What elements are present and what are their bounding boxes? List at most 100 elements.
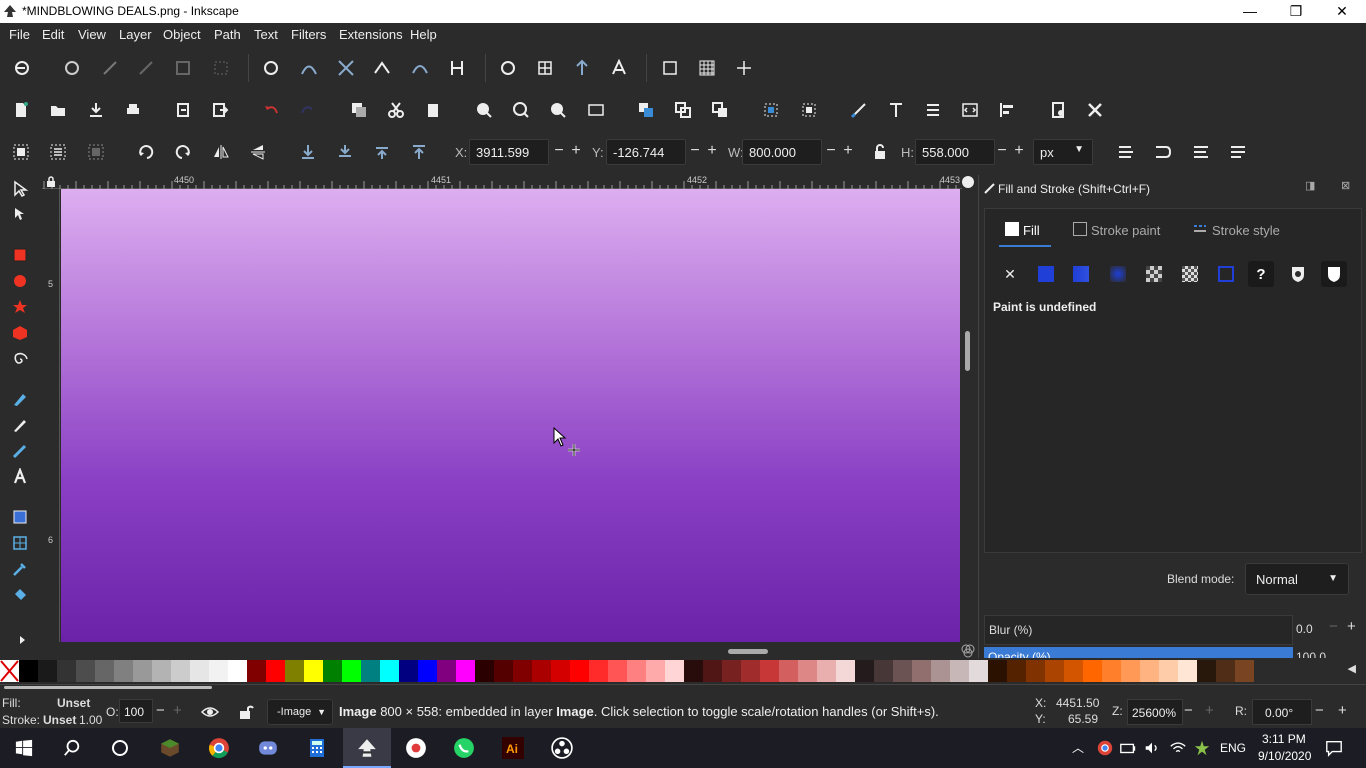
stroke-indicator-value[interactable]: Unset	[43, 713, 76, 727]
text-tool-icon[interactable]	[10, 467, 30, 487]
linear-gradient-button[interactable]	[1068, 261, 1094, 287]
maximize-button[interactable]: ❐	[1273, 0, 1319, 23]
align-distribute-icon[interactable]	[997, 100, 1017, 120]
document-properties-icon[interactable]	[1048, 100, 1068, 120]
current-layer-select[interactable]: -Image ▼	[267, 699, 333, 725]
unit-select[interactable]: px ▼	[1033, 139, 1093, 165]
spiral-tool-icon[interactable]	[10, 349, 30, 369]
snap-centers-icon[interactable]	[211, 58, 231, 78]
fill-indicator-value[interactable]: Unset	[57, 696, 90, 710]
w-increment-button[interactable]: +	[841, 142, 855, 160]
save-icon[interactable]	[86, 100, 106, 120]
snap-rotation-center-icon[interactable]	[572, 58, 592, 78]
import-icon[interactable]	[173, 100, 193, 120]
palette-swatch[interactable]	[1064, 660, 1083, 682]
palette-swatch[interactable]	[19, 660, 38, 682]
fill-rule-evenodd-button[interactable]	[1285, 261, 1311, 287]
layer-lock-icon[interactable]	[236, 702, 256, 722]
copy-icon[interactable]	[349, 100, 369, 120]
dock-collapse-icon[interactable]: ◨	[1305, 179, 1315, 192]
zoom-drawing-icon[interactable]	[511, 100, 531, 120]
minimize-button[interactable]: —	[1227, 0, 1273, 23]
palette-menu-icon[interactable]: ◀	[1348, 662, 1356, 675]
3d-box-tool-icon[interactable]	[10, 323, 30, 343]
flip-vertical-icon[interactable]	[248, 142, 268, 162]
menu-help[interactable]: Help	[410, 27, 437, 42]
snap-line-midpoints-icon[interactable]	[447, 58, 467, 78]
snap-smooth-icon[interactable]	[410, 58, 430, 78]
swatch-button[interactable]	[1213, 261, 1239, 287]
expand-toolbox-icon[interactable]	[12, 630, 32, 650]
h-field[interactable]: 558.000	[915, 139, 995, 165]
scale-stroke-icon[interactable]	[1116, 142, 1136, 162]
lower-to-bottom-icon[interactable]	[298, 142, 318, 162]
menu-text[interactable]: Text	[254, 27, 278, 42]
palette-swatch[interactable]	[456, 660, 475, 682]
snap-page-border-icon[interactable]	[660, 58, 680, 78]
palette-swatch[interactable]	[342, 660, 361, 682]
palette-swatch[interactable]	[1083, 660, 1102, 682]
snap-guide-icon[interactable]	[734, 58, 754, 78]
pen-tool-icon[interactable]	[10, 389, 30, 409]
opacity-field[interactable]: 100	[119, 699, 153, 723]
palette-swatch[interactable]	[323, 660, 342, 682]
palette-swatch[interactable]	[836, 660, 855, 682]
duplicate-icon[interactable]	[636, 100, 656, 120]
palette-swatch[interactable]	[475, 660, 494, 682]
music-player-icon[interactable]	[404, 736, 428, 760]
clock-date[interactable]: 9/10/2020	[1258, 749, 1311, 763]
menu-file[interactable]: File	[9, 27, 30, 42]
mesh-tool-icon[interactable]	[10, 533, 30, 553]
obs-icon[interactable]	[550, 736, 574, 760]
x-increment-button[interactable]: +	[569, 142, 583, 160]
menu-object[interactable]: Object	[163, 27, 201, 42]
palette-swatch[interactable]	[1102, 660, 1121, 682]
palette-swatch[interactable]	[494, 660, 513, 682]
palette-swatch[interactable]	[741, 660, 760, 682]
palette-swatch[interactable]	[152, 660, 171, 682]
radial-gradient-button[interactable]	[1105, 261, 1131, 287]
cortana-icon[interactable]	[108, 736, 132, 760]
palette-swatch[interactable]	[646, 660, 665, 682]
blur-decrement-button[interactable]: −	[1329, 618, 1338, 635]
palette-swatch[interactable]	[95, 660, 114, 682]
no-color-swatch[interactable]	[0, 660, 19, 682]
snap-midpoints-icon[interactable]	[173, 58, 193, 78]
deselect-icon[interactable]	[86, 142, 106, 162]
palette-swatch[interactable]	[931, 660, 950, 682]
gradient-tool-icon[interactable]	[10, 507, 30, 527]
palette-swatch[interactable]	[190, 660, 209, 682]
zoom-page-width-icon[interactable]	[586, 100, 606, 120]
palette-swatch[interactable]	[304, 660, 323, 682]
rotate-cw-icon[interactable]	[173, 142, 193, 162]
zoom-decrement-button[interactable]: −	[1184, 702, 1193, 719]
paint-bucket-tool-icon[interactable]	[10, 585, 30, 605]
blur-value[interactable]: 0.0	[1296, 622, 1313, 636]
horizontal-scrollbar[interactable]	[42, 644, 972, 658]
print-icon[interactable]	[123, 100, 143, 120]
calligraphy-tool-icon[interactable]	[10, 441, 30, 461]
whatsapp-icon[interactable]	[452, 736, 476, 760]
visibility-eye-icon[interactable]	[200, 702, 220, 722]
lower-icon[interactable]	[335, 142, 355, 162]
y-increment-button[interactable]: +	[705, 142, 719, 160]
select-all-layers-icon[interactable]	[48, 142, 68, 162]
menu-edit[interactable]: Edit	[42, 27, 64, 42]
mesh-gradient-button[interactable]	[1177, 261, 1203, 287]
canvas-image[interactable]	[61, 189, 960, 642]
search-icon[interactable]	[60, 736, 84, 760]
snap-intersections-icon[interactable]	[336, 58, 356, 78]
palette-swatch[interactable]	[893, 660, 912, 682]
palette-swatch[interactable]	[608, 660, 627, 682]
pencil-tool-icon[interactable]	[10, 415, 30, 435]
palette-swatch[interactable]	[437, 660, 456, 682]
open-icon[interactable]	[48, 100, 68, 120]
scrollbar-thumb[interactable]	[4, 686, 212, 689]
blur-slider[interactable]: Blur (%)	[984, 615, 1293, 645]
menu-layer[interactable]: Layer	[119, 27, 152, 42]
palette-swatch[interactable]	[361, 660, 380, 682]
tray-chevron-up-icon[interactable]: ︿	[1072, 739, 1084, 756]
clock-time[interactable]: 3:11 PM	[1262, 732, 1306, 746]
language-indicator[interactable]: ENG	[1220, 741, 1246, 755]
tab-stroke-style[interactable]: Stroke style	[1212, 223, 1280, 238]
